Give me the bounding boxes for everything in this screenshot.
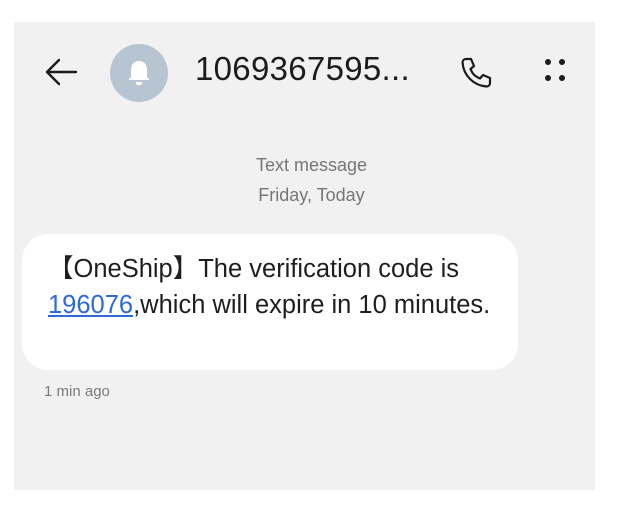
message-timestamp: 1 min ago [44, 383, 110, 400]
back-button[interactable] [42, 53, 80, 91]
call-button[interactable] [458, 55, 494, 91]
contact-name[interactable]: 1069367595... [195, 50, 410, 88]
conversation-header: 1069367595... [14, 22, 595, 122]
phone-icon [461, 57, 492, 88]
more-options-button[interactable] [543, 56, 567, 86]
contact-avatar[interactable] [110, 44, 168, 102]
thread-info: Text message Friday, Today [14, 150, 609, 210]
bell-avatar-icon [128, 61, 150, 86]
messaging-screen: 1069367595... Text message Friday, Today… [14, 22, 595, 490]
channel-label: Text message [255, 155, 368, 175]
message-text-before: 【OneShip】The verification code is [48, 255, 460, 283]
arrow-left-icon [45, 58, 78, 86]
message-bubble[interactable]: 【OneShip】The verification code is 196076… [22, 234, 518, 370]
message-text-after: ,which will expire in 10 minutes. [133, 291, 491, 319]
date-label: Friday, Today [258, 185, 365, 205]
verification-code-link[interactable]: 196076 [48, 291, 133, 319]
message-text: 【OneShip】The verification code is 196076… [48, 251, 504, 323]
